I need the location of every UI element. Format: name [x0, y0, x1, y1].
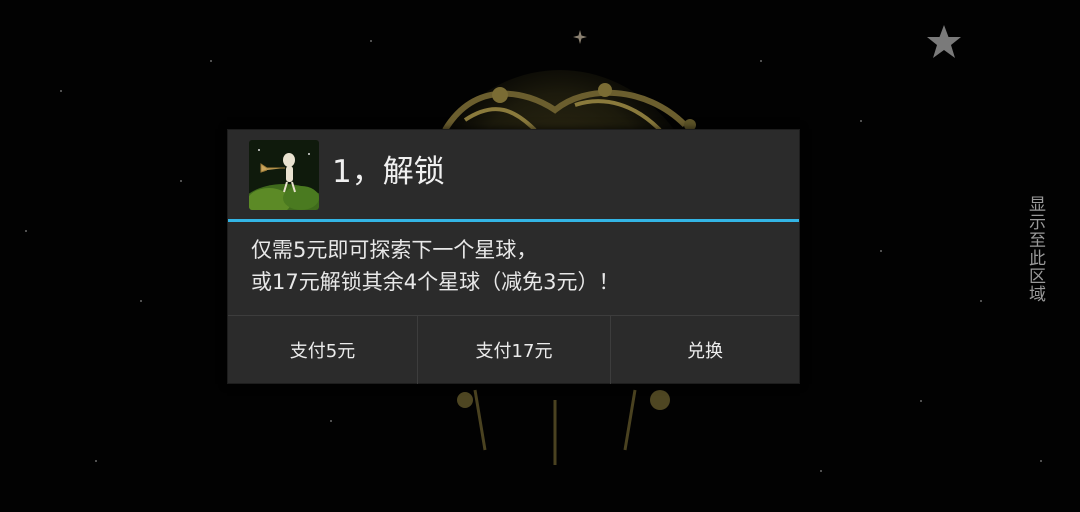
app-icon: [249, 140, 319, 210]
message-line-1: 仅需5元即可探索下一个星球，: [251, 238, 538, 262]
star-dot: [60, 90, 62, 92]
star-dot: [760, 60, 762, 62]
dialog-message: 仅需5元即可探索下一个星球， 或17元解锁其余4个星球（减免3元）！: [251, 234, 781, 298]
star-dot: [330, 420, 332, 422]
unlock-dialog: 1，解锁 仅需5元即可探索下一个星球， 或17元解锁其余4个星球（减免3元）！ …: [227, 129, 800, 384]
star-dot: [95, 460, 97, 462]
star-dot: [820, 470, 822, 472]
star-dot: [25, 230, 27, 232]
pay-5-button[interactable]: 支付5元: [228, 316, 417, 384]
dialog-title: 1，解锁: [332, 154, 445, 190]
dialog-button-bar: 支付5元 支付17元 兑换: [228, 315, 799, 384]
star-dot: [370, 40, 372, 42]
star-icon: [927, 25, 961, 58]
pay-17-button[interactable]: 支付17元: [417, 316, 610, 384]
dialog-header: 1，解锁: [228, 130, 799, 219]
game-screen: 显示至此区域 1，解锁 仅需5元即可探索下一个星球， 或17元解锁其余4个星球（…: [0, 0, 1080, 512]
star-dot: [180, 180, 182, 182]
star-dot: [880, 250, 882, 252]
star-dot: [980, 300, 982, 302]
star-dot: [1040, 460, 1042, 462]
message-line-2: 或17元解锁其余4个星球（减免3元）！: [251, 270, 620, 294]
star-dot: [860, 120, 862, 122]
sparkle-icon: [573, 30, 587, 44]
title-divider: [228, 219, 799, 222]
star-dot: [140, 300, 142, 302]
redeem-button[interactable]: 兑换: [610, 316, 799, 384]
side-hint-label: 显示至此区域: [1025, 195, 1045, 303]
star-dot: [210, 60, 212, 62]
star-dot: [920, 400, 922, 402]
